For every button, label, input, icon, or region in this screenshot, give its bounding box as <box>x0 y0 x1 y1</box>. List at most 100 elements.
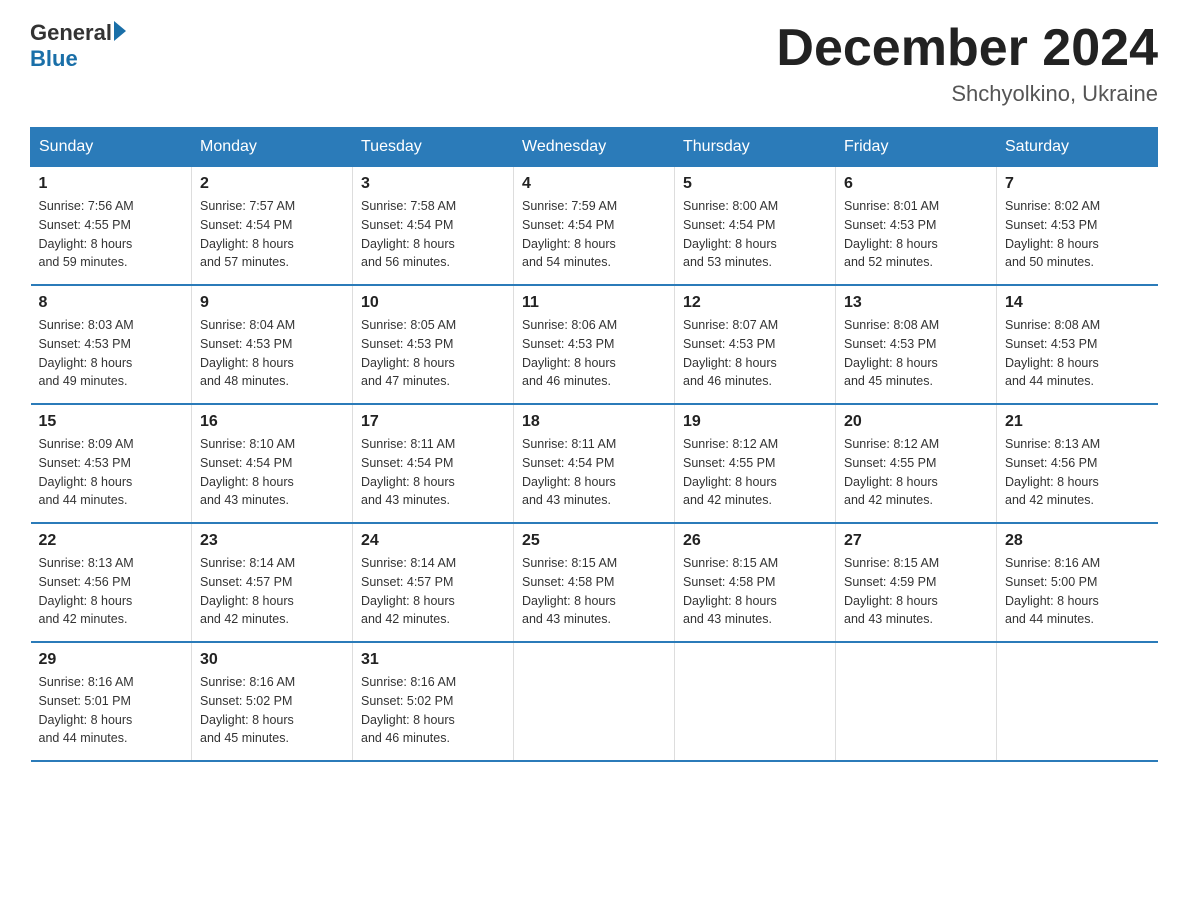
day-number: 26 <box>683 532 827 550</box>
calendar-week-row: 8 Sunrise: 8:03 AMSunset: 4:53 PMDayligh… <box>31 285 1158 404</box>
logo-general: General <box>30 20 112 46</box>
calendar-cell: 27 Sunrise: 8:15 AMSunset: 4:59 PMDaylig… <box>836 523 997 642</box>
month-title: December 2024 <box>776 20 1158 77</box>
day-info: Sunrise: 8:10 AMSunset: 4:54 PMDaylight:… <box>200 437 295 507</box>
logo-arrow-icon <box>114 21 126 41</box>
day-number: 7 <box>1005 175 1150 193</box>
day-number: 25 <box>522 532 666 550</box>
calendar-cell <box>514 642 675 761</box>
day-info: Sunrise: 8:05 AMSunset: 4:53 PMDaylight:… <box>361 318 456 388</box>
day-info: Sunrise: 8:12 AMSunset: 4:55 PMDaylight:… <box>683 437 778 507</box>
calendar-week-row: 29 Sunrise: 8:16 AMSunset: 5:01 PMDaylig… <box>31 642 1158 761</box>
calendar-cell: 3 Sunrise: 7:58 AMSunset: 4:54 PMDayligh… <box>353 167 514 286</box>
day-number: 23 <box>200 532 344 550</box>
weekday-header-monday: Monday <box>192 128 353 167</box>
calendar-cell: 13 Sunrise: 8:08 AMSunset: 4:53 PMDaylig… <box>836 285 997 404</box>
day-number: 2 <box>200 175 344 193</box>
calendar-cell: 7 Sunrise: 8:02 AMSunset: 4:53 PMDayligh… <box>997 167 1158 286</box>
day-number: 21 <box>1005 413 1150 431</box>
location: Shchyolkino, Ukraine <box>776 81 1158 107</box>
day-info: Sunrise: 8:16 AMSunset: 5:00 PMDaylight:… <box>1005 556 1100 626</box>
day-info: Sunrise: 8:12 AMSunset: 4:55 PMDaylight:… <box>844 437 939 507</box>
day-number: 16 <box>200 413 344 431</box>
day-number: 31 <box>361 651 505 669</box>
day-info: Sunrise: 8:16 AMSunset: 5:02 PMDaylight:… <box>200 675 295 745</box>
calendar-cell: 24 Sunrise: 8:14 AMSunset: 4:57 PMDaylig… <box>353 523 514 642</box>
day-number: 29 <box>39 651 184 669</box>
day-number: 8 <box>39 294 184 312</box>
logo: General Blue <box>30 20 126 73</box>
day-info: Sunrise: 8:08 AMSunset: 4:53 PMDaylight:… <box>1005 318 1100 388</box>
day-info: Sunrise: 8:07 AMSunset: 4:53 PMDaylight:… <box>683 318 778 388</box>
title-block: December 2024 Shchyolkino, Ukraine <box>776 20 1158 107</box>
weekday-header-friday: Friday <box>836 128 997 167</box>
day-number: 18 <box>522 413 666 431</box>
calendar-cell: 17 Sunrise: 8:11 AMSunset: 4:54 PMDaylig… <box>353 404 514 523</box>
day-number: 6 <box>844 175 988 193</box>
weekday-header-row: SundayMondayTuesdayWednesdayThursdayFrid… <box>31 128 1158 167</box>
calendar-cell: 28 Sunrise: 8:16 AMSunset: 5:00 PMDaylig… <box>997 523 1158 642</box>
calendar-cell: 12 Sunrise: 8:07 AMSunset: 4:53 PMDaylig… <box>675 285 836 404</box>
page-header: General Blue December 2024 Shchyolkino, … <box>30 20 1158 107</box>
calendar-cell: 1 Sunrise: 7:56 AMSunset: 4:55 PMDayligh… <box>31 167 192 286</box>
weekday-header-saturday: Saturday <box>997 128 1158 167</box>
day-number: 27 <box>844 532 988 550</box>
day-info: Sunrise: 8:11 AMSunset: 4:54 PMDaylight:… <box>361 437 455 507</box>
weekday-header-sunday: Sunday <box>31 128 192 167</box>
day-info: Sunrise: 8:08 AMSunset: 4:53 PMDaylight:… <box>844 318 939 388</box>
day-number: 17 <box>361 413 505 431</box>
calendar-table: SundayMondayTuesdayWednesdayThursdayFrid… <box>30 127 1158 762</box>
day-number: 5 <box>683 175 827 193</box>
day-info: Sunrise: 8:15 AMSunset: 4:58 PMDaylight:… <box>683 556 778 626</box>
day-info: Sunrise: 8:15 AMSunset: 4:59 PMDaylight:… <box>844 556 939 626</box>
day-number: 3 <box>361 175 505 193</box>
day-info: Sunrise: 8:16 AMSunset: 5:01 PMDaylight:… <box>39 675 134 745</box>
day-number: 4 <box>522 175 666 193</box>
day-info: Sunrise: 8:06 AMSunset: 4:53 PMDaylight:… <box>522 318 617 388</box>
day-info: Sunrise: 8:03 AMSunset: 4:53 PMDaylight:… <box>39 318 134 388</box>
calendar-cell: 19 Sunrise: 8:12 AMSunset: 4:55 PMDaylig… <box>675 404 836 523</box>
day-number: 10 <box>361 294 505 312</box>
calendar-cell: 21 Sunrise: 8:13 AMSunset: 4:56 PMDaylig… <box>997 404 1158 523</box>
day-number: 9 <box>200 294 344 312</box>
calendar-cell: 2 Sunrise: 7:57 AMSunset: 4:54 PMDayligh… <box>192 167 353 286</box>
day-info: Sunrise: 8:13 AMSunset: 4:56 PMDaylight:… <box>1005 437 1100 507</box>
calendar-week-row: 22 Sunrise: 8:13 AMSunset: 4:56 PMDaylig… <box>31 523 1158 642</box>
day-info: Sunrise: 7:56 AMSunset: 4:55 PMDaylight:… <box>39 199 134 269</box>
calendar-cell: 5 Sunrise: 8:00 AMSunset: 4:54 PMDayligh… <box>675 167 836 286</box>
day-number: 30 <box>200 651 344 669</box>
calendar-cell: 26 Sunrise: 8:15 AMSunset: 4:58 PMDaylig… <box>675 523 836 642</box>
day-number: 22 <box>39 532 184 550</box>
calendar-cell: 14 Sunrise: 8:08 AMSunset: 4:53 PMDaylig… <box>997 285 1158 404</box>
weekday-header-tuesday: Tuesday <box>353 128 514 167</box>
day-number: 28 <box>1005 532 1150 550</box>
day-number: 15 <box>39 413 184 431</box>
calendar-cell: 18 Sunrise: 8:11 AMSunset: 4:54 PMDaylig… <box>514 404 675 523</box>
day-number: 1 <box>39 175 184 193</box>
day-number: 13 <box>844 294 988 312</box>
day-info: Sunrise: 8:14 AMSunset: 4:57 PMDaylight:… <box>200 556 295 626</box>
calendar-cell: 11 Sunrise: 8:06 AMSunset: 4:53 PMDaylig… <box>514 285 675 404</box>
calendar-week-row: 1 Sunrise: 7:56 AMSunset: 4:55 PMDayligh… <box>31 167 1158 286</box>
day-info: Sunrise: 8:04 AMSunset: 4:53 PMDaylight:… <box>200 318 295 388</box>
calendar-cell <box>997 642 1158 761</box>
day-number: 20 <box>844 413 988 431</box>
calendar-cell: 4 Sunrise: 7:59 AMSunset: 4:54 PMDayligh… <box>514 167 675 286</box>
day-info: Sunrise: 8:13 AMSunset: 4:56 PMDaylight:… <box>39 556 134 626</box>
logo-blue: Blue <box>30 46 78 71</box>
weekday-header-thursday: Thursday <box>675 128 836 167</box>
calendar-cell: 10 Sunrise: 8:05 AMSunset: 4:53 PMDaylig… <box>353 285 514 404</box>
calendar-cell: 6 Sunrise: 8:01 AMSunset: 4:53 PMDayligh… <box>836 167 997 286</box>
day-info: Sunrise: 8:02 AMSunset: 4:53 PMDaylight:… <box>1005 199 1100 269</box>
day-info: Sunrise: 8:00 AMSunset: 4:54 PMDaylight:… <box>683 199 778 269</box>
day-info: Sunrise: 8:11 AMSunset: 4:54 PMDaylight:… <box>522 437 616 507</box>
day-info: Sunrise: 8:01 AMSunset: 4:53 PMDaylight:… <box>844 199 939 269</box>
calendar-cell: 23 Sunrise: 8:14 AMSunset: 4:57 PMDaylig… <box>192 523 353 642</box>
calendar-cell: 8 Sunrise: 8:03 AMSunset: 4:53 PMDayligh… <box>31 285 192 404</box>
calendar-cell <box>675 642 836 761</box>
day-info: Sunrise: 7:59 AMSunset: 4:54 PMDaylight:… <box>522 199 617 269</box>
day-info: Sunrise: 8:16 AMSunset: 5:02 PMDaylight:… <box>361 675 456 745</box>
day-info: Sunrise: 8:15 AMSunset: 4:58 PMDaylight:… <box>522 556 617 626</box>
calendar-cell: 22 Sunrise: 8:13 AMSunset: 4:56 PMDaylig… <box>31 523 192 642</box>
calendar-cell: 9 Sunrise: 8:04 AMSunset: 4:53 PMDayligh… <box>192 285 353 404</box>
